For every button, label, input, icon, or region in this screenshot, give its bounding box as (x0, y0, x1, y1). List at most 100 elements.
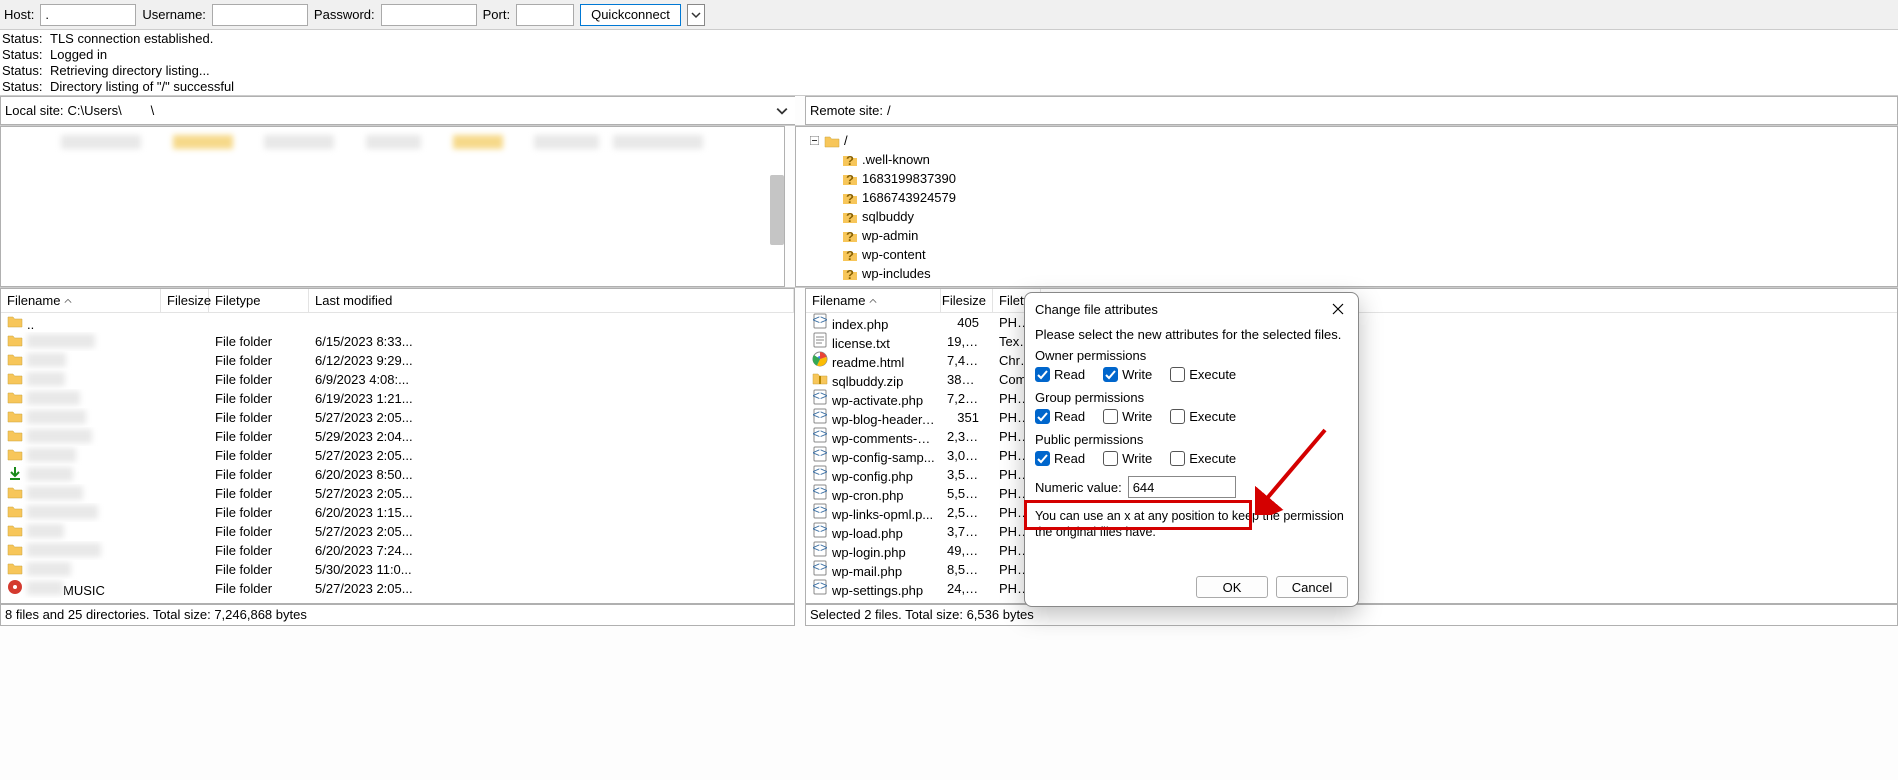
code-icon (812, 560, 828, 576)
code-icon (812, 465, 828, 481)
folder-icon (7, 370, 23, 386)
numeric-value-label: Numeric value: (1035, 480, 1122, 495)
remote-tree-pane[interactable]: / .well-known 1683199837390 1686743924579sq… (795, 126, 1898, 287)
local-list-body[interactable]: ..File folder6/15/2023 8:33...File folde… (1, 313, 794, 603)
list-item[interactable]: File folder6/19/2023 1:21... (1, 389, 794, 408)
dialog-close-button[interactable] (1328, 299, 1348, 319)
owner-execute-checkbox[interactable]: Execute (1170, 367, 1236, 382)
col-filename[interactable]: Filename (1, 289, 161, 312)
code-icon (812, 579, 828, 595)
local-list-pane: Filename Filesize Filetype Last modified… (0, 288, 795, 604)
ok-button[interactable]: OK (1196, 576, 1268, 598)
code-icon (812, 313, 828, 329)
sort-asc-icon (869, 293, 877, 308)
folder-icon (842, 266, 858, 282)
dialog-title: Change file attributes (1035, 302, 1158, 317)
col-lastmod[interactable]: Last modified (309, 289, 794, 312)
code-icon (812, 522, 828, 538)
tree-item[interactable]: .well-known (804, 150, 1893, 169)
code-icon (812, 446, 828, 462)
local-site-dropdown[interactable] (773, 105, 791, 117)
list-item[interactable]: File folder6/12/2023 9:29... (1, 351, 794, 370)
local-tree-scrollbar[interactable] (770, 175, 784, 245)
tree-item[interactable]: wp-includes (804, 264, 1893, 283)
col-filesize-r[interactable]: Filesize (941, 289, 993, 312)
folder-icon (7, 332, 23, 348)
folder-icon (7, 408, 23, 424)
code-icon (812, 541, 828, 557)
collapse-icon[interactable] (808, 135, 820, 147)
list-item[interactable]: File folder5/29/2023 2:04... (1, 427, 794, 446)
quickconnect-dropdown[interactable] (687, 4, 705, 26)
status-line: Status:Logged in (2, 47, 1896, 63)
status-log: Status:TLS connection established.Status… (0, 30, 1898, 96)
remote-site-input[interactable] (887, 100, 1893, 122)
public-perm-label: Public permissions (1035, 432, 1348, 447)
code-icon (812, 427, 828, 443)
folder-icon (7, 351, 23, 367)
public-execute-checkbox[interactable]: Execute (1170, 451, 1236, 466)
list-item[interactable]: File folder5/27/2023 2:05... (1, 408, 794, 427)
tree-item[interactable]: wp-content (804, 245, 1893, 264)
folder-icon (7, 313, 23, 329)
list-item[interactable]: File folder6/15/2023 8:33... (1, 332, 794, 351)
password-input[interactable] (381, 4, 477, 26)
owner-perm-label: Owner permissions (1035, 348, 1348, 363)
group-read-checkbox[interactable]: Read (1035, 409, 1085, 424)
code-icon (812, 389, 828, 405)
folder-icon (842, 152, 858, 168)
annotation-highlight (1024, 500, 1252, 530)
local-site-input[interactable] (68, 100, 773, 122)
code-icon (812, 408, 828, 424)
list-item[interactable]: .. (1, 313, 794, 332)
tree-item[interactable]: 1683199837390 (804, 169, 1893, 188)
status-line: Status:Retrieving directory listing... (2, 63, 1896, 79)
list-item[interactable]: MUSICFile folder5/27/2023 2:05... (1, 579, 794, 598)
folder-icon (7, 446, 23, 462)
list-item[interactable]: File folder6/20/2023 7:24... (1, 541, 794, 560)
port-input[interactable] (516, 4, 574, 26)
password-label: Password: (314, 7, 375, 22)
public-read-checkbox[interactable]: Read (1035, 451, 1085, 466)
owner-read-checkbox[interactable]: Read (1035, 367, 1085, 382)
local-tree-pane[interactable] (0, 126, 785, 287)
local-footer: 8 files and 25 directories. Total size: … (0, 604, 795, 626)
folder-icon (7, 389, 23, 405)
col-filetype[interactable]: Filetype (209, 289, 309, 312)
group-write-checkbox[interactable]: Write (1103, 409, 1152, 424)
folder-icon (842, 228, 858, 244)
numeric-value-input[interactable] (1128, 476, 1236, 498)
tree-item-label: .well-known (862, 152, 930, 167)
list-item[interactable]: File folder5/27/2023 2:05... (1, 446, 794, 465)
change-attributes-dialog: Change file attributes Please select the… (1024, 292, 1359, 607)
folder-icon (7, 560, 23, 576)
list-item[interactable]: File folder5/30/2023 11:0... (1, 560, 794, 579)
list-item[interactable]: File folder6/20/2023 1:15... (1, 503, 794, 522)
zip-icon (812, 370, 828, 386)
folder-icon (824, 133, 840, 149)
username-input[interactable] (212, 4, 308, 26)
owner-write-checkbox[interactable]: Write (1103, 367, 1152, 382)
folder-icon (842, 190, 858, 206)
tree-item[interactable]: 1686743924579 (804, 188, 1893, 207)
public-write-checkbox[interactable]: Write (1103, 451, 1152, 466)
folder-icon (842, 209, 858, 225)
tree-item[interactable]: sqlbuddy (804, 207, 1893, 226)
folder-icon (7, 522, 23, 538)
list-item[interactable]: File folder6/20/2023 8:50... (1, 465, 794, 484)
status-line: Status:TLS connection established. (2, 31, 1896, 47)
list-item[interactable]: File folder5/27/2023 2:05... (1, 484, 794, 503)
col-filename-r[interactable]: Filename (806, 289, 941, 312)
quickconnect-button[interactable]: Quickconnect (580, 4, 681, 26)
local-site-label: Local site: (5, 103, 68, 118)
list-item[interactable]: File folder6/9/2023 4:08:... (1, 370, 794, 389)
tree-item[interactable]: wp-admin (804, 226, 1893, 245)
tree-item-label: 1683199837390 (862, 171, 956, 186)
list-item[interactable]: File folder5/27/2023 2:05... (1, 522, 794, 541)
group-perm-label: Group permissions (1035, 390, 1348, 405)
host-input[interactable] (40, 4, 136, 26)
group-execute-checkbox[interactable]: Execute (1170, 409, 1236, 424)
cancel-button[interactable]: Cancel (1276, 576, 1348, 598)
tree-item[interactable]: / (804, 131, 1893, 150)
col-filesize[interactable]: Filesize (161, 289, 209, 312)
